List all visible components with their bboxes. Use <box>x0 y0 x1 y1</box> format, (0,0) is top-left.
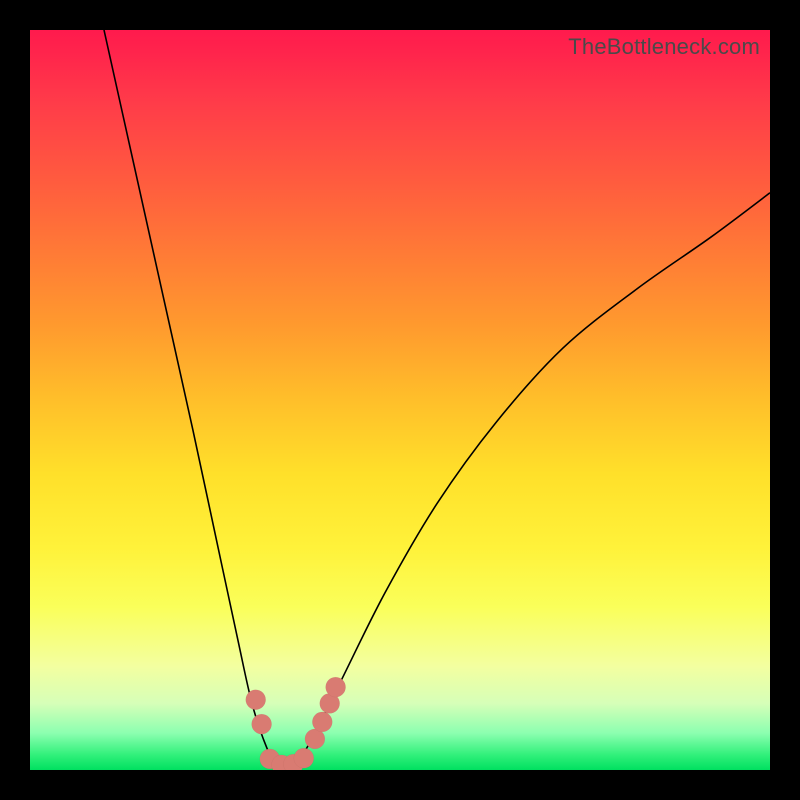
left-bead-1 <box>246 690 266 710</box>
right-bead-2 <box>312 712 332 732</box>
chart-frame: TheBottleneck.com <box>0 0 800 800</box>
curve-layer <box>30 30 770 770</box>
curve-markers <box>246 677 346 770</box>
bottleneck-curve <box>104 30 770 769</box>
right-bead-4 <box>326 677 346 697</box>
plot-area: TheBottleneck.com <box>30 30 770 770</box>
left-bead-2 <box>252 714 272 734</box>
bottom-bead-4 <box>294 748 314 768</box>
